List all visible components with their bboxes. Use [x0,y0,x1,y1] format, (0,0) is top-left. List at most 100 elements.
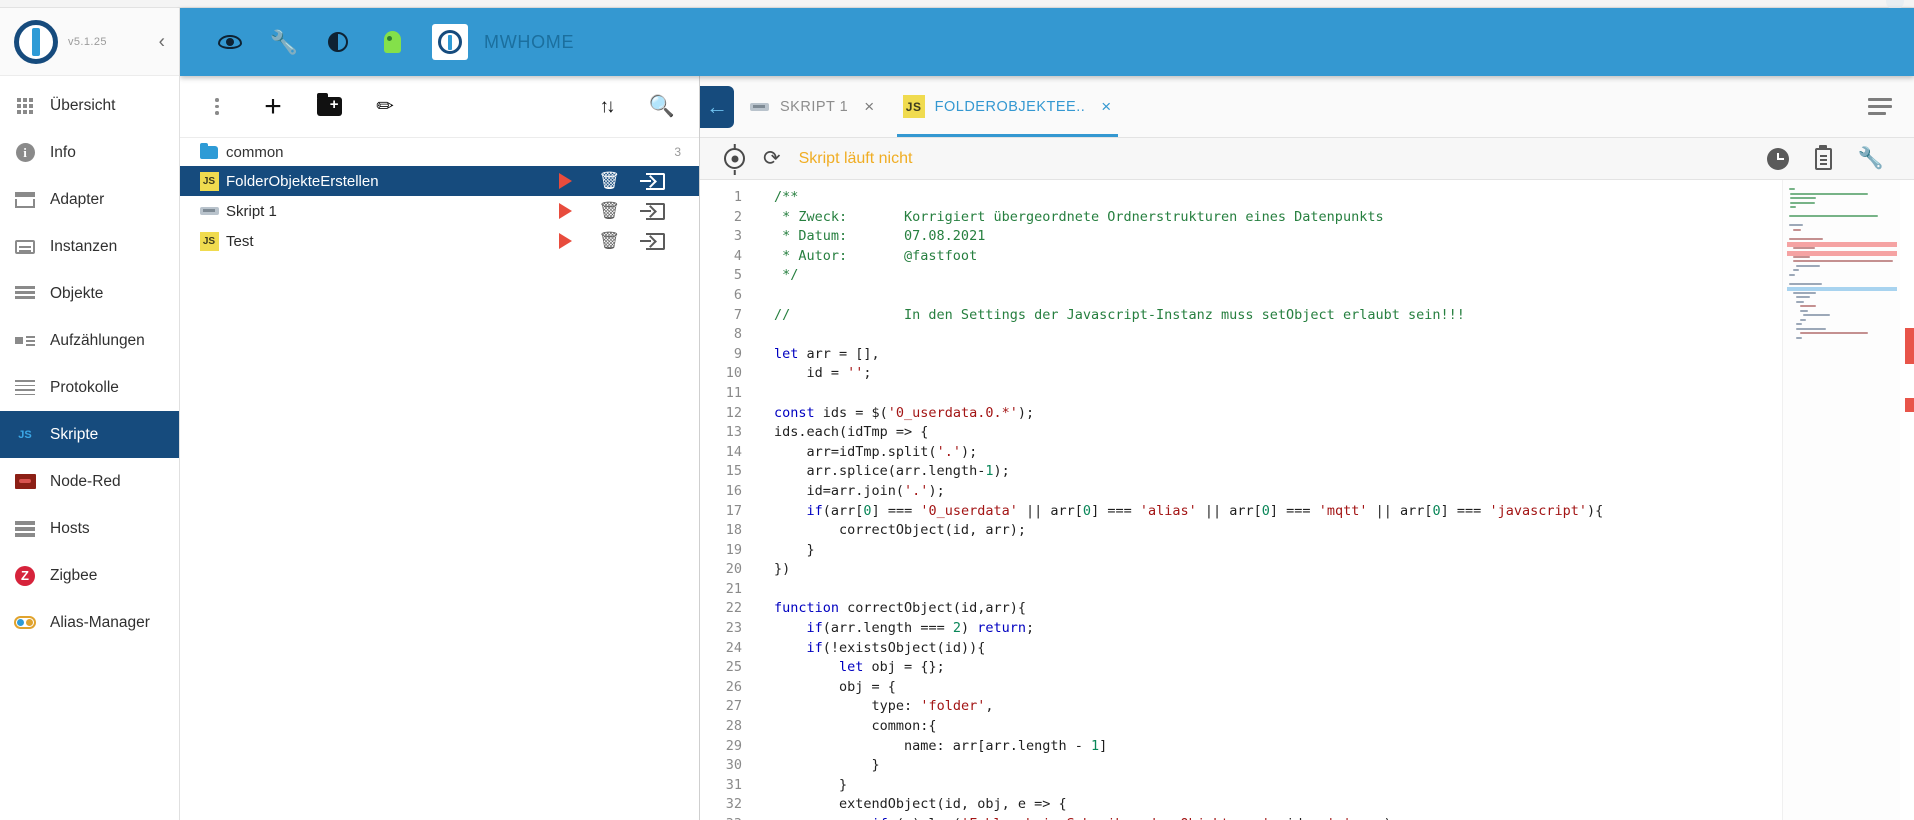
folder-icon [198,142,220,159]
sidebar-item-zigbee[interactable]: Zigbee [0,552,179,599]
overview-ruler[interactable] [1900,180,1914,820]
delete-icon[interactable]: 🗑 [598,231,620,251]
enum-icon [14,330,36,352]
iobroker-logo-icon [14,19,58,64]
tabbar-spacer [1126,76,1868,137]
tree-row-skript-1[interactable]: Skript 1 🗑 [180,196,699,226]
status-right-icons: 🔧 [1766,144,1914,171]
sidebar-item-adapter[interactable]: Adapter [0,176,179,223]
clipboard-icon[interactable] [1814,144,1832,170]
tree-row-folder-common[interactable]: common 3 [180,138,699,166]
edit-icon[interactable]: ✏ [370,92,400,122]
delete-icon[interactable]: 🗑 [598,171,620,191]
hosts-icon [14,518,36,540]
tree-row-label: FolderObjekteErstellen [226,172,379,190]
tree-row-actions: 🗑 [559,171,665,191]
tab-folderobjekteerstellen[interactable]: JS FOLDEROBJEKTEE.. × [889,76,1126,137]
eye-icon[interactable] [216,28,244,56]
sidebar-item-skripte[interactable]: JS Skripte [0,411,179,458]
js-icon: JS [198,171,220,191]
sidebar-item-label: Skripte [50,425,99,443]
sidebar-item-label: Alias-Manager [50,613,150,631]
close-icon[interactable]: × [1101,97,1111,117]
sort-icon[interactable]: ↑↓ [591,92,621,122]
blockly-icon [748,96,770,118]
sidebar-item-objekte[interactable]: Objekte [0,270,179,317]
zigbee-icon [14,565,36,587]
script-status-text: Skript läuft nicht [798,149,913,167]
target-icon[interactable] [724,148,745,169]
tab-label: SKRIPT 1 [780,98,849,115]
js-icon: JS [902,95,925,118]
delete-icon[interactable]: 🗑 [598,201,620,221]
ghost-icon[interactable] [378,28,406,56]
host-logo-icon[interactable] [432,24,468,60]
play-icon[interactable] [559,173,573,189]
script-tree-panel: + ✏ ↑↓ 🔍 common 3 JS [180,76,700,820]
sidebar-item-label: Aufzählungen [50,331,145,349]
script-status-bar: ⟳ Skript läuft nicht 🔧 [700,138,1914,180]
history-clock-icon[interactable] [1766,147,1789,170]
export-icon[interactable] [640,172,665,190]
wrench-icon[interactable]: 🔧 [270,28,299,56]
sidebar-item-hosts[interactable]: Hosts [0,505,179,552]
search-icon[interactable]: 🔍 [647,92,677,122]
editor-panel: ← SKRIPT 1 × JS FOLDEROBJEKTEE.. × ⟳ Skr… [700,76,1914,820]
js-icon: JS [18,428,32,441]
sidebar-item-aufzaehlungen[interactable]: Aufzählungen [0,317,179,364]
instances-icon [14,236,36,258]
app-bar: 🔧 MWHOME [180,8,1914,76]
sidebar-item-instanzen[interactable]: Instanzen [0,223,179,270]
sidebar-item-protokolle[interactable]: Protokolle [0,364,179,411]
sidebar-item-label: Adapter [50,190,105,208]
contrast-icon[interactable] [324,28,352,56]
sidebar-item-uebersicht[interactable]: Übersicht [0,82,179,129]
new-folder-icon[interactable] [314,92,344,122]
alias-icon [14,612,36,634]
code-content[interactable]: /** * Zweck: Korrigiert übergeordnete Or… [768,180,1782,820]
main-column: 🔧 MWHOME + ✏ ↑↓ [180,8,1914,820]
code-editor[interactable]: 1 2 3 4 5 6 7 8 9 10 11 12 13 14 15 16 17 18 19 20 21 22 23 24 2… [700,180,1914,820]
export-icon[interactable] [640,202,665,220]
tab-label: FOLDEROBJEKTEE.. [934,98,1086,115]
editor-tabbar: ← SKRIPT 1 × JS FOLDEROBJEKTEE.. × [700,76,1914,138]
settings-wrench-icon[interactable]: 🔧 [1858,147,1884,171]
back-button[interactable]: ← [700,86,734,128]
add-script-icon[interactable]: + [258,91,288,122]
close-icon[interactable]: × [864,97,874,117]
reload-icon[interactable]: ⟳ [763,148,781,169]
sidebar-item-label: Node-Red [50,472,121,490]
sidebar-item-info[interactable]: i Info [0,129,179,176]
objects-icon [14,283,36,305]
tree-row-label: Skript 1 [226,202,277,220]
tree-row-test[interactable]: JS Test 🗑 [180,226,699,256]
hamburger-icon[interactable] [1868,98,1892,115]
line-number-gutter: 1 2 3 4 5 6 7 8 9 10 11 12 13 14 15 16 17 18 19 20 21 22 23 24 2… [700,180,752,820]
play-icon[interactable] [559,203,573,219]
blockly-icon [198,207,220,215]
tree-row-label: Test [226,232,254,250]
more-vert-icon[interactable] [202,92,232,122]
host-name-label: MWHOME [484,31,575,52]
play-icon[interactable] [559,233,573,249]
code-fold-column[interactable] [752,180,768,820]
tree-row-count: 3 [674,145,681,159]
store-icon [14,189,36,211]
code-minimap[interactable] [1782,180,1900,820]
info-icon: i [14,142,36,164]
sidebar-collapse-button[interactable]: ‹ [159,32,165,51]
sidebar-item-label: Übersicht [50,96,116,114]
js-icon: JS [198,231,220,251]
sidebar-item-alias-manager[interactable]: Alias-Manager [0,599,179,646]
tree-row-folderobjekteerstellen[interactable]: JS FolderObjekteErstellen 🗑 [180,166,699,196]
export-icon[interactable] [640,232,665,250]
code-scroll-region[interactable]: 1 2 3 4 5 6 7 8 9 10 11 12 13 14 15 16 17 18 19 20 21 22 23 24 2… [700,180,1782,820]
sidebar-item-label: Protokolle [50,378,119,396]
grid-icon [14,95,36,117]
tab-skript-1[interactable]: SKRIPT 1 × [734,76,889,137]
browser-top-strip [0,0,1914,10]
version-label: v5.1.25 [68,35,107,48]
tree-row-actions: 🗑 [559,201,665,221]
tree-row-label: common [226,143,284,161]
sidebar-item-node-red[interactable]: Node-Red [0,458,179,505]
